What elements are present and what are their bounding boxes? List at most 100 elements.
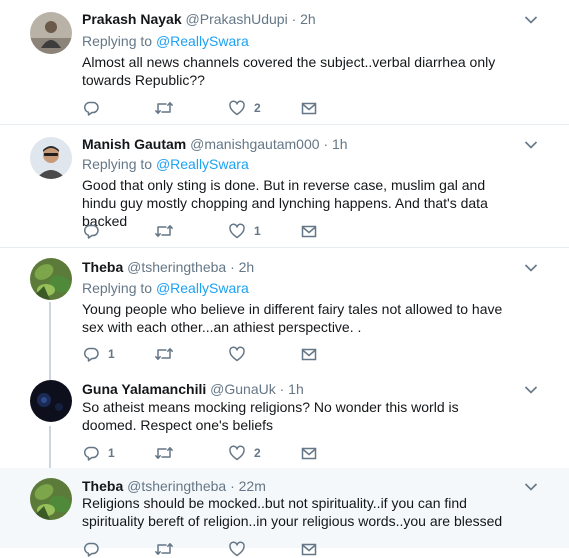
reply-count: 1 [108,446,115,460]
envelope-icon [301,348,317,361]
display-name[interactable]: Manish Gautam [82,136,186,152]
avatar-image [30,380,72,422]
chevron-down-icon[interactable] [524,15,538,25]
retweet-button[interactable] [154,99,182,117]
retweet-button[interactable] [154,444,182,462]
avatar[interactable] [30,478,72,520]
reply-icon [83,347,99,362]
tweet-text: Almost all news channels covered the sub… [82,54,496,88]
like-count: 2 [254,446,261,460]
message-button[interactable] [300,444,318,462]
tweet[interactable]: Guna Yalamanchili @GunaUk · 1h So atheis… [0,372,569,468]
tweet-header: Theba @tsheringtheba · 2h [82,258,254,276]
display-name[interactable]: Theba [82,478,123,494]
username[interactable]: @PrakashUdupi [186,11,288,27]
display-name[interactable]: Prakash Nayak [82,11,182,27]
reply-button[interactable] [82,540,108,558]
retweet-icon [155,348,173,360]
like-button[interactable] [228,540,254,558]
mention-link[interactable]: @ReallySwara [156,156,249,172]
tweet[interactable]: Manish Gautam @manishgautam000 · 1h Repl… [0,125,569,247]
replying-to-label: Replying to [82,280,153,296]
heart-icon [229,541,245,557]
like-count: 1 [254,224,261,238]
separator-dot: · [230,259,235,275]
separator-dot: · [279,381,285,397]
username[interactable]: @tsheringtheba [127,478,226,494]
tweet-header: Guna Yalamanchili @GunaUk · 1h [82,380,304,398]
avatar-image [30,258,72,300]
like-button[interactable]: 1 [228,222,261,240]
username[interactable]: @GunaUk [210,381,276,397]
message-button[interactable] [300,99,318,117]
retweet-icon [155,225,173,237]
tweet-header: Manish Gautam @manishgautam000 · 1h [82,135,348,153]
timestamp[interactable]: 2h [239,259,255,275]
like-button[interactable]: 2 [228,99,261,117]
retweet-icon [155,102,173,114]
username[interactable]: @tsheringtheba [127,259,226,275]
reply-button[interactable]: 1 [82,444,115,462]
replying-to: Replying to @ReallySwara [82,155,249,173]
mention-link[interactable]: @ReallySwara [156,280,249,296]
reply-count: 1 [108,347,115,361]
chevron-down-icon[interactable] [524,263,538,273]
display-name[interactable]: Guna Yalamanchili [82,381,206,397]
display-name[interactable]: Theba [82,259,123,275]
envelope-icon [301,225,317,238]
heart-icon [229,100,245,116]
replying-to-label: Replying to [82,156,153,172]
message-button[interactable] [300,345,318,363]
envelope-icon [301,447,317,460]
username[interactable]: @manishgautam000 [190,136,319,152]
retweet-button[interactable] [154,540,182,558]
like-count: 2 [254,101,261,115]
heart-icon [229,445,245,461]
reply-icon [83,542,99,557]
timestamp[interactable]: 2h [300,11,316,27]
like-button[interactable] [228,345,254,363]
reply-button[interactable] [82,222,108,240]
tweet-text: Religions should be mocked..but not spir… [82,495,503,529]
replying-to-label: Replying to [82,33,153,49]
retweet-button[interactable] [154,345,182,363]
separator-dot: · [230,478,235,494]
avatar[interactable] [30,12,72,54]
avatar[interactable] [30,258,72,300]
retweet-button[interactable] [154,222,182,240]
mention-link[interactable]: @ReallySwara [156,33,249,49]
retweet-icon [155,543,173,555]
message-button[interactable] [300,540,318,558]
tweet-text: Young people who believe in different fa… [82,301,503,335]
tweet[interactable]: Prakash Nayak @PrakashUdupi · 2h Replyin… [0,0,569,124]
chevron-down-icon[interactable] [524,482,538,492]
tweet-text: So atheist means mocking religions? No w… [82,399,459,433]
separator-dot: · [323,136,329,152]
timestamp[interactable]: 1h [288,381,304,397]
reply-button[interactable]: 1 [82,345,115,363]
replying-to: Replying to @ReallySwara [82,279,249,297]
chevron-down-icon[interactable] [524,385,538,395]
tweet-header: Theba @tsheringtheba · 22m [82,477,266,495]
tweet[interactable]: Theba @tsheringtheba · 22m Religions sho… [0,468,569,557]
retweet-icon [155,447,173,459]
reply-icon [83,101,99,116]
chevron-down-icon[interactable] [524,140,538,150]
avatar-image [30,137,72,179]
tweet-header: Prakash Nayak @PrakashUdupi · 2h [82,10,316,28]
tweet-text: Good that only sting is done. But in rev… [82,177,488,229]
avatar[interactable] [30,137,72,179]
like-button[interactable]: 2 [228,444,261,462]
message-button[interactable] [300,222,318,240]
timestamp[interactable]: 1h [332,136,348,152]
timestamp[interactable]: 22m [239,478,266,494]
avatar[interactable] [30,380,72,422]
reply-icon [83,224,99,239]
envelope-icon [301,102,317,115]
tweet[interactable]: Theba @tsheringtheba · 2h Replying to @R… [0,248,569,372]
heart-icon [229,223,245,239]
separator-dot: · [291,11,297,27]
avatar-image [30,12,72,54]
reply-button[interactable] [82,99,108,117]
avatar-image [30,478,72,520]
